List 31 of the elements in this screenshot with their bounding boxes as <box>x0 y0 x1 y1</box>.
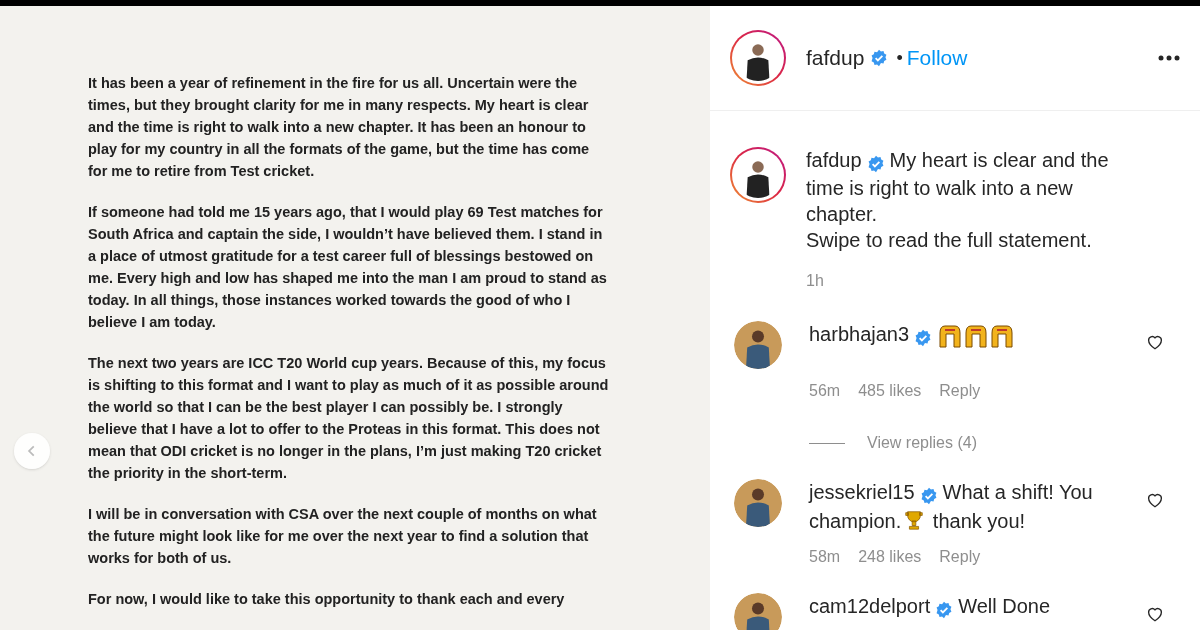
avatar[interactable] <box>730 30 786 86</box>
statement-paragraph: I will be in conversation with CSA over the next couple of months on what the future might look like for me over the next year to find a solution that works for both of us. <box>88 505 598 568</box>
follow-button[interactable]: Follow <box>906 42 968 74</box>
avatar[interactable] <box>734 321 782 369</box>
like-heart-icon[interactable] <box>1146 333 1164 351</box>
comment-text: jessekriel15 What a shift! You champion. thank you! <box>809 480 1094 534</box>
caption-text: fafdup My heart is clear and the time is right to walk into a new chapter. <box>806 148 1110 227</box>
trophy-icon <box>903 509 926 531</box>
statement-paragraph: If someone had told me 15 years ago, that I would play 69 Test matches for South Africa and captain the side, I wouldn’t have believed them. I stand in a place of utmost gratitude for a test career full of blessings bestowed on me. Every high and low has shaped me into the man I am proud to stand as today. In all things, those instances worked towards the good of who I believe I am today. <box>88 203 608 332</box>
like-count[interactable]: 248 likes <box>858 545 922 569</box>
like-heart-icon[interactable] <box>1146 605 1164 623</box>
view-replies-button[interactable]: View replies (4) <box>867 431 977 455</box>
like-count[interactable]: 485 likes <box>858 379 922 403</box>
comment-text: cam12delport Well Done <box>809 594 1052 621</box>
statement-paragraph: It has been a year of refinement in the fire for us all. Uncertain were the times, but they brought clarity for me in many respects. My heart is clear and the time is right to walk into a new chapter. It has been an honour to play for my country in all the formats of the game, but the time has come for me to retire from Test cricket. <box>88 74 591 181</box>
like-heart-icon[interactable] <box>1146 491 1164 509</box>
username[interactable]: fafdup <box>806 42 865 74</box>
caption-text: Swipe to read the full statement. <box>806 228 1093 253</box>
reply-button[interactable]: Reply <box>939 379 981 403</box>
comment-time: 56m <box>809 381 841 401</box>
statement-paragraph: For now, I would like to take this opportunity to thank each and every <box>88 590 566 609</box>
comment-text: harbhajan3 <box>809 321 1146 350</box>
avatar[interactable] <box>730 147 786 203</box>
more-options-icon[interactable] <box>1158 55 1180 61</box>
post-time: 1h <box>806 271 825 291</box>
avatar[interactable] <box>734 479 782 527</box>
statement-paragraph: The next two years are ICC T20 World cup years. Because of this, my focus is shifting to this format and I want to play as much of it as possible around the world so that I can be the best player I can possibly be. I strongly believe that I have a lot to offer to the Proteas in this format. This does not mean that ODI cricket is no longer in the plans, I’m just making T20 cricket the priority in the short-term. <box>88 354 610 483</box>
avatar[interactable] <box>734 593 782 630</box>
separator-dot: • <box>896 46 903 70</box>
reply-button[interactable]: Reply <box>939 545 981 569</box>
comment-time: 58m <box>809 547 841 567</box>
